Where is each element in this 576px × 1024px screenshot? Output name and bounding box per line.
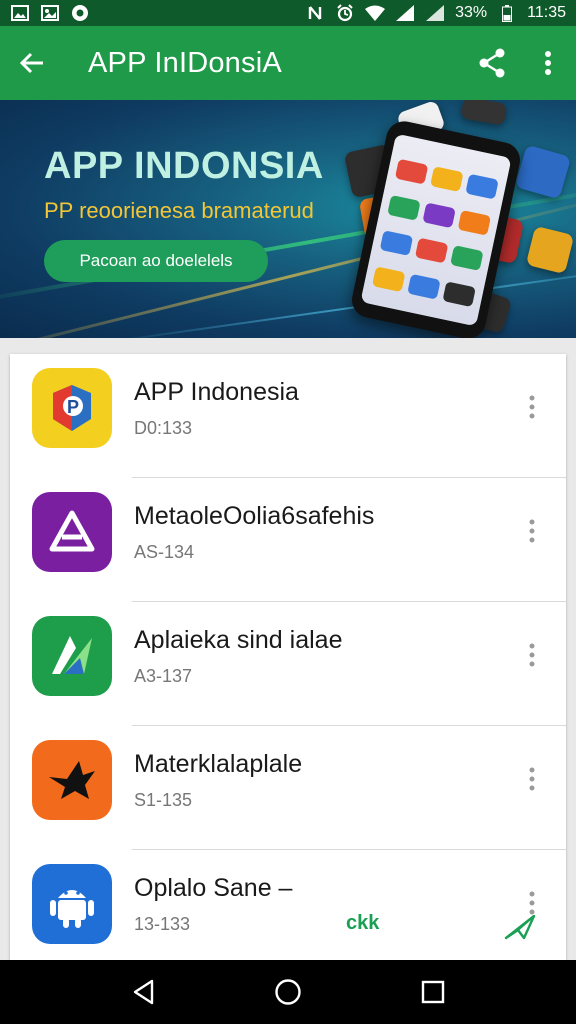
back-button[interactable] <box>0 26 64 100</box>
share-icon <box>479 48 505 78</box>
banner-cta-button[interactable]: Pacoan ao doelelels <box>44 240 268 282</box>
recents-nav-button[interactable] <box>408 967 458 1017</box>
floating-app-tile <box>525 225 575 275</box>
home-nav-button[interactable] <box>263 967 313 1017</box>
item-more-button[interactable] <box>520 390 544 424</box>
app-list: P APP Indonesia D0:133 MetaoleOolia6safe… <box>10 354 566 974</box>
app-name: Aplaieka sind ialae <box>134 626 343 654</box>
list-item[interactable]: Materklalaplale S1-135 <box>10 726 566 850</box>
chrome-icon <box>70 4 90 22</box>
share-button[interactable] <box>464 26 520 100</box>
app-name: MetaoleOolia6safehis <box>134 502 375 530</box>
back-nav-icon <box>133 979 153 1005</box>
back-nav-button[interactable] <box>118 967 168 1017</box>
more-vert-icon <box>545 51 551 75</box>
banner-subtitle: PP reoorienesa bramaterud <box>44 198 314 223</box>
triangle-a-icon <box>32 492 112 572</box>
ok-label[interactable]: ckk <box>346 912 379 935</box>
system-nav-bar <box>0 960 576 1024</box>
battery-icon <box>497 4 517 22</box>
list-item[interactable]: Oplalo Sane – 13-133 <box>10 850 566 974</box>
signal-icon <box>425 4 445 22</box>
more-options-button[interactable] <box>520 26 576 100</box>
paper-plane-icon[interactable] <box>504 914 536 945</box>
item-more-button[interactable] <box>520 638 544 672</box>
more-vert-icon <box>529 891 535 915</box>
app-meta: 13-133 <box>134 914 191 934</box>
banner-title: APP INDONSIA <box>44 145 324 187</box>
app-meta: S1-135 <box>134 790 193 810</box>
gallery-icon <box>40 4 60 22</box>
signal-icon <box>395 4 415 22</box>
play-a-icon <box>32 616 112 696</box>
more-vert-icon <box>529 519 535 543</box>
recents-nav-icon <box>422 980 445 1004</box>
status-bar: 33% 11:35 <box>0 0 576 26</box>
bird-icon <box>32 740 112 820</box>
app-meta: AS-134 <box>134 542 195 562</box>
app-meta: A3-137 <box>134 666 193 686</box>
app-name: APP Indonesia <box>134 378 299 406</box>
more-vert-icon <box>529 643 535 667</box>
app-toolbar: APP InIDonsiA <box>0 26 576 100</box>
app-name: Oplalo Sane – <box>134 874 293 902</box>
list-item[interactable]: MetaoleOolia6safehis AS-134 <box>10 478 566 602</box>
app-meta: D0:133 <box>134 418 193 438</box>
arrow-left-icon <box>19 52 43 74</box>
image-icon <box>10 4 30 22</box>
promo-banner: APP INDONSIA PP reoorienesa bramaterud P… <box>0 100 576 338</box>
list-item[interactable]: P APP Indonesia D0:133 <box>10 354 566 478</box>
alarm-icon <box>335 4 355 22</box>
page-title: APP InIDonsiA <box>88 46 282 79</box>
app-name: Materklalaplale <box>134 750 303 778</box>
list-item[interactable]: Aplaieka sind ialae A3-137 <box>10 602 566 726</box>
item-more-button[interactable] <box>520 514 544 548</box>
more-vert-icon <box>529 395 535 419</box>
clock: 11:35 <box>527 4 566 21</box>
floating-app-tile <box>514 144 572 200</box>
item-more-button[interactable] <box>520 762 544 796</box>
home-nav-icon <box>275 979 301 1005</box>
nfc-icon <box>305 4 325 22</box>
more-vert-icon <box>529 767 535 791</box>
wifi-icon <box>365 4 386 22</box>
battery-percent: 33% <box>455 4 488 21</box>
app-indonesia-icon: P <box>32 368 112 448</box>
floating-app-tile <box>460 100 508 126</box>
svg-text:P: P <box>67 397 79 417</box>
android-icon <box>32 864 112 944</box>
